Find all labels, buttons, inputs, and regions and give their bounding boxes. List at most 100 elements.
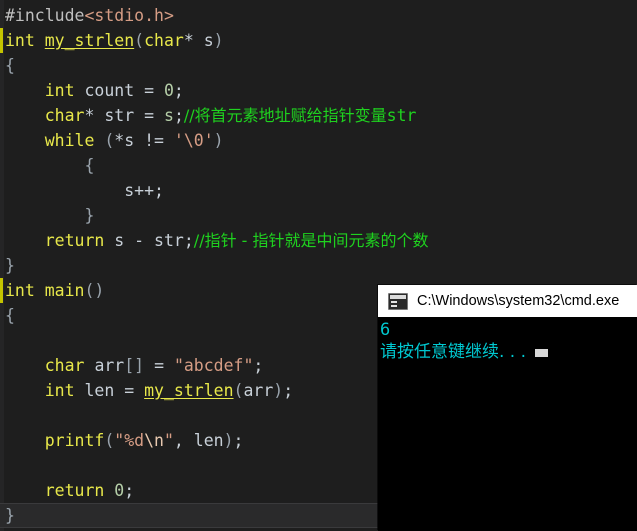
code-token: ; bbox=[124, 481, 135, 500]
code-token: 0 bbox=[114, 481, 125, 500]
code-token: { bbox=[5, 306, 15, 325]
code-token: " bbox=[163, 431, 174, 450]
code-token: { bbox=[84, 156, 95, 175]
console-output-area[interactable]: 6 请按任意键继续. . . bbox=[378, 317, 637, 531]
code-token: len bbox=[84, 381, 115, 400]
code-token: ; bbox=[173, 106, 184, 125]
code-token: len bbox=[193, 431, 224, 450]
code-token: #include bbox=[5, 6, 85, 25]
code-token: int bbox=[5, 31, 35, 50]
code-token: arr bbox=[243, 381, 274, 400]
code-token: = bbox=[134, 81, 164, 100]
code-line[interactable]: } bbox=[0, 203, 637, 228]
code-line[interactable]: } bbox=[0, 253, 637, 278]
code-line[interactable]: int count = 0; bbox=[0, 78, 637, 103]
code-token: int bbox=[44, 381, 75, 400]
code-token: ; bbox=[253, 356, 264, 375]
code-token: ( bbox=[104, 431, 115, 450]
code-token: { bbox=[5, 56, 15, 75]
code-token: ; bbox=[283, 381, 294, 400]
console-output-line: 6 bbox=[380, 319, 637, 341]
code-token: "abcdef" bbox=[173, 356, 254, 375]
code-line[interactable]: int my_strlen(char* s) bbox=[0, 28, 637, 53]
code-token: <stdio.h> bbox=[84, 6, 174, 25]
code-token: = bbox=[154, 356, 174, 375]
code-token: printf bbox=[44, 431, 105, 450]
code-token: my_strlen bbox=[44, 31, 135, 50]
code-token: while bbox=[44, 131, 95, 150]
code-token: '\0' bbox=[173, 131, 214, 150]
code-token: char bbox=[44, 356, 85, 375]
code-token: ; bbox=[173, 81, 184, 100]
console-title-text: C:\Windows\system32\cmd.exe bbox=[417, 293, 620, 309]
console-title-bar[interactable]: C:\Windows\system32\cmd.exe bbox=[378, 285, 637, 317]
code-token: //将首元素地址赋给指针变量 bbox=[183, 106, 387, 125]
code-token: char bbox=[144, 31, 184, 50]
code-token: } bbox=[5, 256, 15, 275]
code-token: \n bbox=[144, 431, 164, 450]
code-token: [] bbox=[124, 356, 155, 375]
code-token: ( bbox=[104, 131, 115, 150]
console-line-text: 请按任意键继续. . . bbox=[380, 342, 527, 362]
code-token: //指针 - 指针就是中间元素的个数 bbox=[193, 231, 429, 250]
code-token: int bbox=[5, 281, 35, 300]
code-token: ( bbox=[233, 381, 244, 400]
code-token: return bbox=[44, 231, 105, 250]
code-token: * bbox=[84, 106, 105, 125]
code-line[interactable]: { bbox=[0, 153, 637, 178]
code-line[interactable]: return s - str;//指针 - 指针就是中间元素的个数 bbox=[0, 228, 637, 253]
code-line[interactable]: char* str = s;//将首元素地址赋给指针变量str bbox=[0, 103, 637, 128]
console-output-line: 请按任意键继续. . . bbox=[380, 341, 637, 363]
console-line-text: 6 bbox=[380, 320, 391, 340]
code-token: ; bbox=[233, 431, 244, 450]
code-token: s++; bbox=[124, 181, 164, 200]
code-token: count bbox=[84, 81, 135, 100]
code-token: ) bbox=[273, 381, 284, 400]
code-line[interactable]: #include<stdio.h> bbox=[0, 3, 637, 28]
code-line[interactable]: while (*s != '\0') bbox=[0, 128, 637, 153]
code-token: () bbox=[84, 281, 105, 300]
code-token: ) bbox=[213, 31, 224, 50]
code-token: char bbox=[44, 106, 85, 125]
code-token: *s != bbox=[114, 131, 174, 150]
code-token: arr bbox=[94, 356, 125, 375]
code-token: main bbox=[44, 281, 85, 300]
code-token: } bbox=[5, 506, 15, 525]
code-token: s bbox=[164, 106, 174, 125]
code-token: int bbox=[44, 81, 75, 100]
code-token: my_strlen bbox=[144, 381, 234, 400]
code-token: str bbox=[386, 106, 417, 125]
code-token: s bbox=[114, 231, 125, 250]
code-line[interactable]: { bbox=[0, 53, 637, 78]
code-line[interactable]: s++; bbox=[0, 178, 637, 203]
code-token: "%d bbox=[114, 431, 145, 450]
code-token: return bbox=[44, 481, 105, 500]
code-token: s bbox=[203, 31, 214, 50]
code-token: str bbox=[104, 106, 135, 125]
code-token: ; bbox=[183, 231, 194, 250]
code-token: ) bbox=[213, 131, 224, 150]
code-token: = bbox=[134, 106, 164, 125]
cmd-console-window[interactable]: C:\Windows\system32\cmd.exe 6 请按任意键继续. . … bbox=[378, 285, 637, 531]
code-token: = bbox=[114, 381, 145, 400]
code-token: } bbox=[84, 206, 95, 225]
code-token: , bbox=[173, 431, 194, 450]
